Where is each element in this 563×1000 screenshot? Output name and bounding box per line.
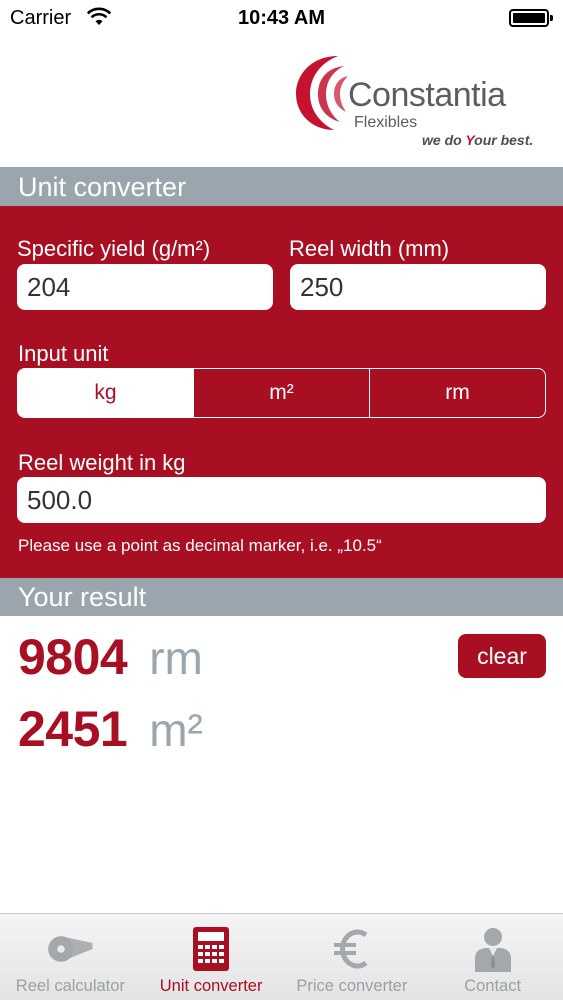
result-row-rm: 9804 rm — [18, 628, 203, 688]
segment-kg[interactable]: kg — [18, 369, 193, 417]
logo-name: Constantia — [348, 76, 506, 114]
specific-yield-label: Specific yield (g/m²) — [17, 236, 211, 261]
logo-mark-icon — [296, 56, 348, 130]
reel-width-label: Reel width (mm) — [289, 236, 450, 261]
battery-icon — [509, 9, 553, 27]
tab-price-converter[interactable]: Price converter — [282, 914, 423, 1000]
tab-bar: Reel calculator Unit converter Price con… — [0, 913, 563, 1000]
segment-m2[interactable]: m² — [193, 369, 369, 417]
clear-button[interactable]: clear — [458, 634, 546, 678]
person-icon — [469, 926, 517, 972]
status-bar: Carrier 10:43 AM — [0, 0, 563, 38]
converter-panel: Specific yield (g/m²) 204 Reel width (mm… — [0, 206, 563, 578]
your-result-header: Your result — [0, 578, 563, 616]
tab-label: Contact — [464, 977, 522, 995]
tab-label: Price converter — [296, 977, 408, 995]
result-value: 2451 — [18, 701, 128, 757]
reel-icon — [46, 926, 94, 972]
result-unit: rm — [149, 632, 203, 684]
calculator-icon — [187, 926, 235, 972]
constantia-logo: Constantia Flexibles we do Your best. — [294, 52, 554, 152]
result-value: 9804 — [18, 629, 128, 685]
tab-unit-converter[interactable]: Unit converter — [141, 914, 282, 1000]
segment-rm[interactable]: rm — [369, 369, 545, 417]
specific-yield-input[interactable]: 204 — [17, 264, 273, 310]
input-unit-segmented-control: kg m² rm — [17, 368, 546, 418]
tab-label: Unit converter — [159, 977, 263, 995]
tab-reel-calculator[interactable]: Reel calculator — [0, 914, 141, 1000]
reel-weight-label: Reel weight in kg — [18, 450, 186, 475]
reel-width-input[interactable]: 250 — [290, 264, 546, 310]
euro-icon — [328, 926, 376, 972]
tab-label: Reel calculator — [15, 977, 125, 995]
result-row-m2: 2451 m² — [18, 700, 203, 760]
tab-contact[interactable]: Contact — [422, 914, 563, 1000]
decimal-hint: Please use a point as decimal marker, i.… — [18, 536, 382, 555]
unit-converter-header: Unit converter — [0, 167, 563, 206]
input-unit-label: Input unit — [18, 341, 109, 366]
clock: 10:43 AM — [237, 7, 326, 29]
logo-tagline: we do Your best. — [422, 132, 534, 148]
reel-weight-input[interactable]: 500.0 — [17, 477, 546, 523]
result-unit: m² — [149, 704, 203, 756]
logo-subtitle: Flexibles — [354, 114, 418, 131]
